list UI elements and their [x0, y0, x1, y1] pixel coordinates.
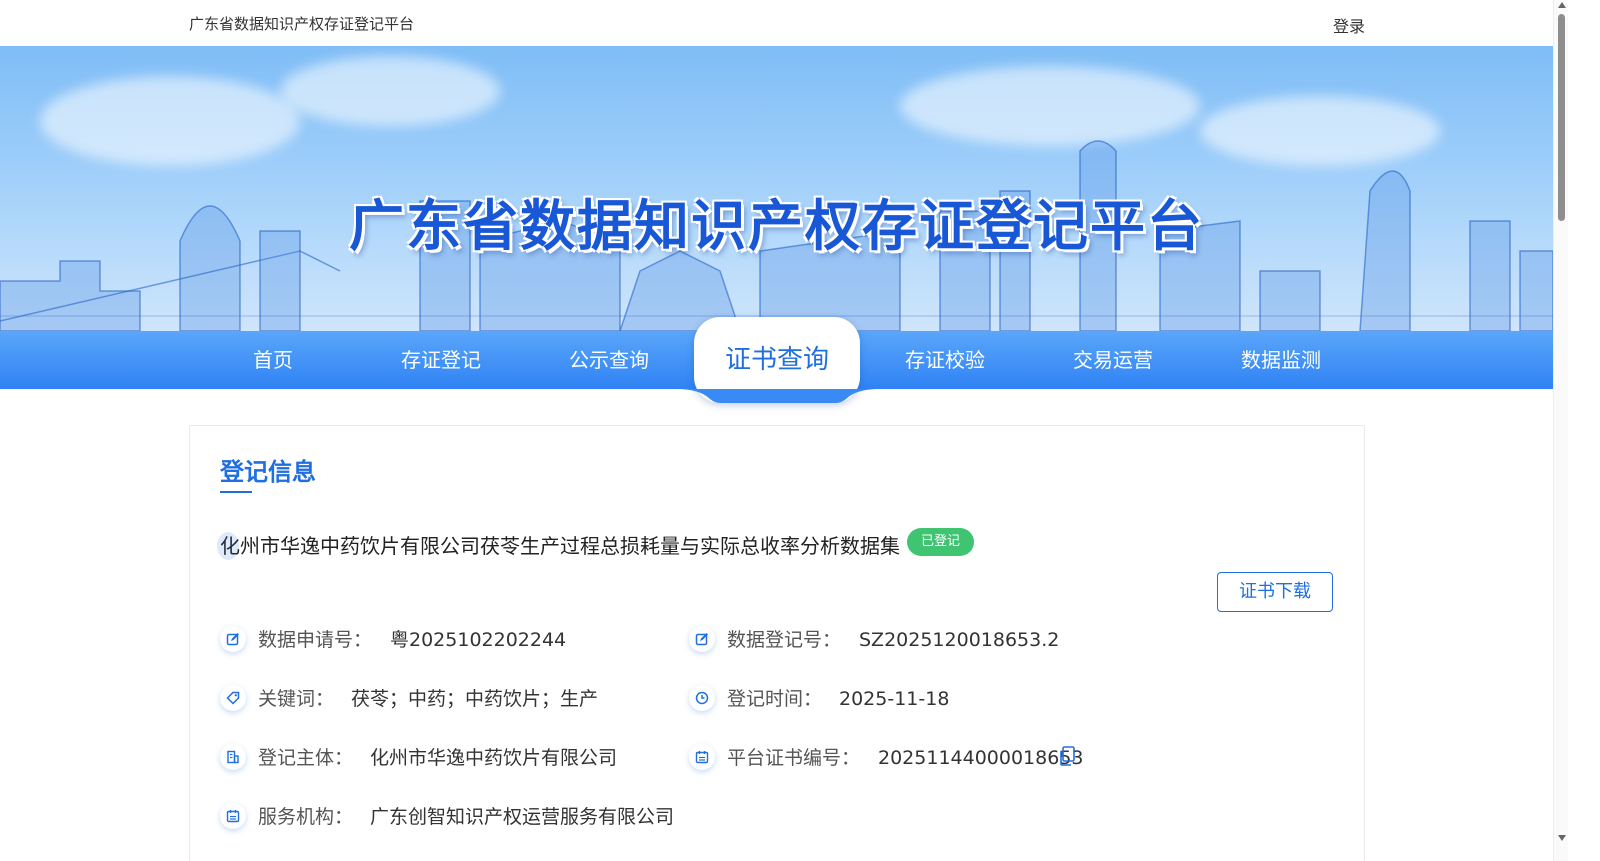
hero-banner: 广东省数据知识产权存证登记平台	[0, 46, 1553, 331]
tag-icon	[220, 685, 246, 711]
field-service-agency: 服务机构： 广东创智知识产权运营服务有限公司	[220, 802, 780, 832]
registration-no-label: 数据登记号：	[727, 629, 842, 651]
agency-label: 服务机构：	[258, 806, 354, 828]
cloud-decoration	[280, 56, 500, 126]
field-registration-no: 数据登记号： SZ2025120018653.2	[689, 625, 1329, 655]
calendar-icon	[689, 744, 715, 770]
site-name: 广东省数据知识产权存证登记平台	[189, 15, 415, 33]
agency-value: 广东创智知识产权运营服务有限公司	[370, 806, 675, 828]
record-title-first-char: 化	[220, 534, 240, 558]
calendar-icon	[220, 803, 246, 829]
scroll-up-arrow-icon[interactable]	[1558, 2, 1566, 8]
application-no-label: 数据申请号：	[258, 629, 373, 651]
certificate-no-label: 平台证书编号：	[727, 747, 861, 769]
subject-value: 化州市华逸中药饮片有限公司	[370, 747, 618, 769]
edit-icon	[689, 626, 715, 652]
certificate-download-button[interactable]: 证书下载	[1217, 572, 1333, 612]
certificate-no-value: 20251144000018653	[878, 747, 1084, 769]
status-badge: 已登记	[907, 528, 975, 556]
nav-item-trade-operation[interactable]: 交易运营	[1029, 331, 1197, 389]
copy-icon[interactable]	[1059, 745, 1075, 775]
main-nav: 首页 存证登记 公示查询 证书查询 存证校验 交易运营 数据监测	[0, 317, 1553, 403]
field-registration-time: 登记时间： 2025-11-18	[689, 684, 1329, 714]
clock-icon	[689, 685, 715, 711]
keywords-value: 茯苓；中药；中药饮片；生产	[351, 688, 599, 710]
registration-time-label: 登记时间：	[727, 688, 823, 710]
field-application-no: 数据申请号： 粤2025102202244	[220, 625, 660, 655]
section-title-underline	[220, 491, 252, 493]
registration-info-card: 登记信息 化州市华逸中药饮片有限公司茯苓生产过程总损耗量与实际总收率分析数据集 …	[189, 425, 1365, 861]
record-title-rest: 州市华逸中药饮片有限公司茯苓生产过程总损耗量与实际总收率分析数据集	[240, 534, 900, 558]
login-link[interactable]: 登录	[1333, 13, 1365, 37]
field-registration-subject: 登记主体： 化州市华逸中药饮片有限公司	[220, 743, 680, 773]
edit-icon	[220, 626, 246, 652]
scroll-down-arrow-icon[interactable]	[1558, 835, 1566, 841]
subject-label: 登记主体：	[258, 747, 354, 769]
nav-item-deposit-registration[interactable]: 存证登记	[357, 331, 525, 389]
application-no-value: 粤2025102202244	[390, 629, 567, 651]
banner-title: 广东省数据知识产权存证登记平台	[348, 194, 1204, 258]
registration-no-value: SZ2025120018653.2	[859, 629, 1060, 651]
nav-item-data-monitoring[interactable]: 数据监测	[1197, 331, 1365, 389]
nav-item-deposit-verification[interactable]: 存证校验	[861, 331, 1029, 389]
scrollbar[interactable]	[1553, 0, 1568, 861]
scrollbar-thumb[interactable]	[1558, 14, 1565, 221]
nav-item-public-query[interactable]: 公示查询	[525, 331, 693, 389]
field-certificate-no: 平台证书编号： 20251144000018653	[689, 743, 1329, 773]
field-keywords: 关键词： 茯苓；中药；中药饮片；生产	[220, 684, 660, 714]
nav-active-notch	[676, 389, 880, 403]
section-title: 登记信息	[220, 458, 316, 486]
building-icon	[220, 744, 246, 770]
top-bar: 广东省数据知识产权存证登记平台 登录	[0, 0, 1553, 46]
keywords-label: 关键词：	[258, 688, 335, 710]
registration-time-value: 2025-11-18	[839, 688, 950, 710]
record-title: 化州市华逸中药饮片有限公司茯苓生产过程总损耗量与实际总收率分析数据集	[220, 530, 900, 559]
nav-item-home[interactable]: 首页	[189, 331, 357, 389]
